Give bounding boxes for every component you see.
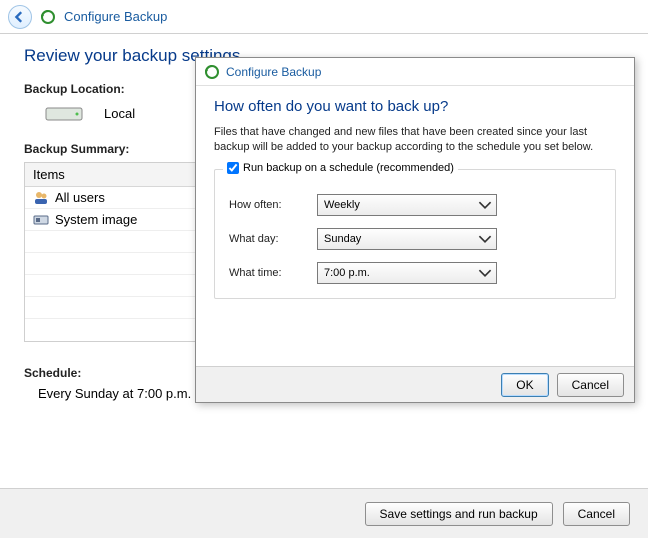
table-cell: All users: [55, 190, 105, 205]
table-cell: System image: [55, 212, 137, 227]
dialog-description: Files that have changed and new files th…: [214, 125, 616, 155]
what-day-value: Sunday: [324, 233, 361, 245]
back-arrow-icon: [14, 11, 26, 23]
what-day-combo[interactable]: Sunday: [317, 228, 497, 250]
chevron-down-icon: [478, 232, 492, 246]
schedule-dialog: Configure Backup How often do you want t…: [195, 57, 635, 403]
what-time-value: 7:00 p.m.: [324, 267, 370, 279]
how-often-value: Weekly: [324, 199, 360, 211]
chevron-down-icon: [478, 198, 492, 212]
what-day-label: What day:: [229, 233, 289, 245]
cancel-button[interactable]: Cancel: [563, 502, 630, 526]
dialog-title: Configure Backup: [226, 65, 321, 79]
save-and-run-button[interactable]: Save settings and run backup: [365, 502, 553, 526]
users-icon: [33, 190, 49, 206]
dialog-footer: OK Cancel: [196, 366, 634, 402]
dialog-heading: How often do you want to back up?: [214, 98, 616, 115]
how-often-combo[interactable]: Weekly: [317, 194, 497, 216]
back-button[interactable]: [8, 5, 32, 29]
how-often-label: How often:: [229, 199, 289, 211]
dialog-titlebar: Configure Backup: [196, 58, 634, 86]
window-titlebar: Configure Backup: [0, 0, 648, 34]
chevron-down-icon: [478, 266, 492, 280]
drive-icon: [44, 102, 84, 124]
run-on-schedule-label: Run backup on a schedule (recommended): [243, 162, 454, 174]
window-title: Configure Backup: [64, 9, 167, 24]
configure-backup-icon: [204, 64, 220, 80]
backup-location-value: Local: [104, 106, 135, 121]
system-image-icon: [33, 212, 49, 228]
schedule-fieldset: Run backup on a schedule (recommended) H…: [214, 169, 616, 299]
schedule-value: Every Sunday at 7:00 p.m.: [38, 386, 191, 401]
window-footer: Save settings and run backup Cancel: [0, 488, 648, 538]
what-time-label: What time:: [229, 267, 289, 279]
configure-backup-icon: [40, 9, 56, 25]
ok-button[interactable]: OK: [501, 373, 548, 397]
dialog-cancel-button[interactable]: Cancel: [557, 373, 624, 397]
run-on-schedule-checkbox[interactable]: [227, 162, 239, 174]
what-time-combo[interactable]: 7:00 p.m.: [317, 262, 497, 284]
